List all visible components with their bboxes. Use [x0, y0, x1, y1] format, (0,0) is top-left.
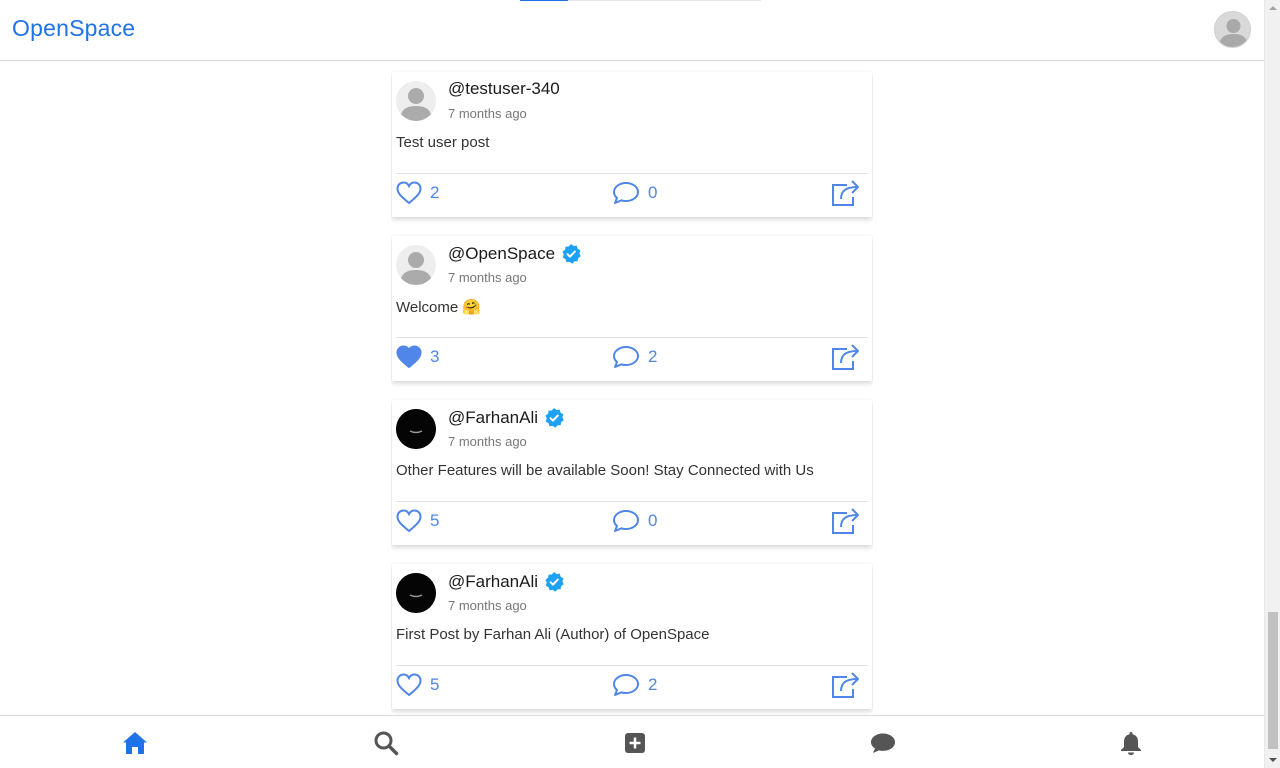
- verified-badge-icon: [562, 244, 581, 264]
- heart-outline-icon: [396, 509, 422, 533]
- user-avatar-icon[interactable]: [1214, 11, 1251, 48]
- post-content: Test user post: [396, 134, 490, 151]
- search-icon: [374, 731, 399, 756]
- like-count: 5: [430, 675, 440, 694]
- nav-search[interactable]: [371, 728, 401, 758]
- post-card: @FarhanAli 7 months ago Other Features w…: [392, 400, 872, 545]
- scroll-down-arrow-icon[interactable]: [1269, 756, 1277, 764]
- scroll-progress-bar: [520, 0, 761, 1]
- scroll-up-arrow-icon[interactable]: [1269, 4, 1277, 12]
- avatar[interactable]: [396, 81, 436, 121]
- post-divider: [396, 665, 868, 666]
- chat-icon: [871, 733, 895, 753]
- share-button[interactable]: [829, 342, 861, 372]
- comment-count: 0: [648, 183, 658, 202]
- post-content: Welcome 🤗: [396, 299, 482, 316]
- post-divider: [396, 501, 868, 502]
- nav-notifications[interactable]: [1116, 728, 1146, 758]
- comment-count: 0: [648, 511, 658, 530]
- post-divider: [396, 173, 868, 174]
- post-feed: @testuser-340 7 months ago Test user pos…: [391, 61, 873, 715]
- comment-count: 2: [648, 347, 658, 366]
- share-button[interactable]: [829, 178, 861, 208]
- page-scrollbar[interactable]: [1264, 0, 1280, 768]
- share-button[interactable]: [829, 506, 861, 536]
- top-header: OpenSpace: [0, 0, 1264, 61]
- post-card: @testuser-340 7 months ago Test user pos…: [392, 72, 872, 217]
- nav-add-post[interactable]: [620, 728, 650, 758]
- nav-home[interactable]: [120, 728, 150, 758]
- heart-filled-icon: [396, 345, 422, 369]
- post-time: 7 months ago: [448, 270, 527, 285]
- nav-messages[interactable]: [868, 728, 898, 758]
- comment-button[interactable]: 2: [612, 342, 657, 372]
- verified-badge-icon: [545, 408, 564, 428]
- post-card: @FarhanAli 7 months ago First Post by Fa…: [392, 564, 872, 709]
- comment-button[interactable]: 0: [612, 506, 657, 536]
- post-time: 7 months ago: [448, 598, 527, 613]
- avatar[interactable]: [396, 409, 436, 449]
- share-icon: [832, 344, 859, 370]
- post-username[interactable]: @FarhanAli: [448, 407, 565, 429]
- comment-bubble-icon: [613, 182, 639, 204]
- like-button[interactable]: 3: [396, 342, 439, 372]
- post-username[interactable]: @FarhanAli: [448, 571, 565, 593]
- post-username[interactable]: @testuser-340: [448, 79, 560, 99]
- verified-badge-icon: [545, 572, 564, 592]
- share-icon: [832, 508, 859, 534]
- bottom-navigation: [0, 715, 1264, 768]
- post-content: First Post by Farhan Ali (Author) of Ope…: [396, 626, 710, 643]
- post-divider: [396, 337, 868, 338]
- heart-outline-icon: [396, 181, 422, 205]
- like-button[interactable]: 5: [396, 670, 439, 700]
- add-post-icon: [625, 733, 645, 753]
- like-count: 3: [430, 347, 440, 366]
- avatar[interactable]: [396, 245, 436, 285]
- post-username[interactable]: @OpenSpace: [448, 243, 582, 265]
- comment-count: 2: [648, 675, 658, 694]
- avatar[interactable]: [396, 573, 436, 613]
- bell-icon: [1121, 732, 1141, 755]
- comment-button[interactable]: 0: [612, 178, 657, 208]
- like-button[interactable]: 2: [396, 178, 439, 208]
- post-time: 7 months ago: [448, 434, 527, 449]
- comment-button[interactable]: 2: [612, 670, 657, 700]
- brand-logo[interactable]: OpenSpace: [12, 15, 135, 42]
- post-card: @OpenSpace 7 months ago Welcome 🤗 3 2: [392, 236, 872, 381]
- scrollbar-thumb[interactable]: [1268, 612, 1278, 749]
- app-page: OpenSpace @testuser-340 7 months ago Tes…: [0, 0, 1280, 768]
- scroll-progress-fill: [520, 0, 569, 1]
- share-icon: [832, 672, 859, 698]
- like-count: 5: [430, 511, 440, 530]
- share-icon: [832, 180, 859, 206]
- comment-bubble-icon: [613, 674, 639, 696]
- like-button[interactable]: 5: [396, 506, 439, 536]
- home-icon: [123, 732, 147, 754]
- like-count: 2: [430, 183, 440, 202]
- comment-bubble-icon: [613, 510, 639, 532]
- share-button[interactable]: [829, 670, 861, 700]
- post-content: Other Features will be available Soon! S…: [396, 462, 814, 479]
- heart-outline-icon: [396, 673, 422, 697]
- post-time: 7 months ago: [448, 106, 527, 121]
- comment-bubble-icon: [613, 346, 639, 368]
